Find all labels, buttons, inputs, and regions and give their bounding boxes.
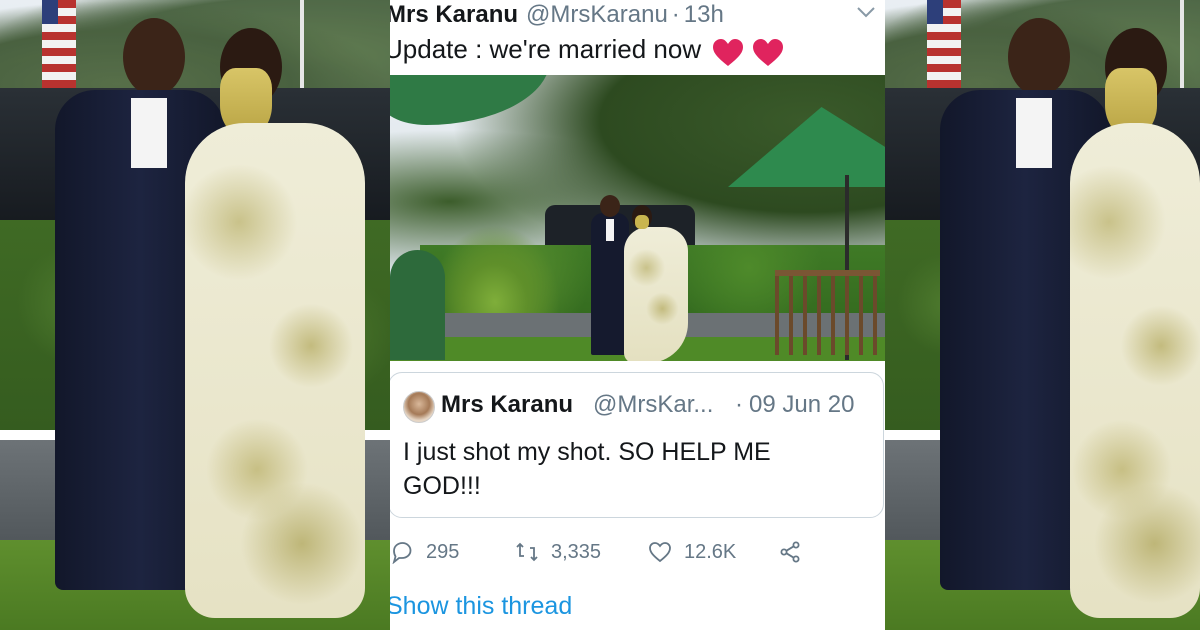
tweet-time[interactable]: 13h bbox=[684, 1, 724, 29]
quoted-tweet[interactable]: Mrs Karanu @MrsKar... · 09 Jun 20 I just… bbox=[390, 372, 884, 518]
quoted-author-name: Mrs Karanu bbox=[441, 391, 574, 418]
left-wedding-photo bbox=[0, 0, 390, 630]
bride bbox=[616, 205, 696, 361]
quoted-author-handle: @MrsKar... bbox=[593, 391, 714, 418]
share-button[interactable] bbox=[778, 535, 802, 569]
retweet-count: 3,335 bbox=[551, 540, 602, 563]
tweet-text-content: Update : we're married now bbox=[390, 34, 702, 64]
heart-icon bbox=[649, 542, 671, 563]
reply-count: 295 bbox=[426, 540, 460, 563]
quoted-tweet-text: I just shot my shot. SO HELP ME GOD!!! bbox=[403, 438, 771, 500]
like-button[interactable]: 12.6K bbox=[648, 535, 736, 569]
tweet-header: Mrs Karanu @MrsKaranu · 13h bbox=[390, 0, 885, 30]
tweet-media-photo[interactable] bbox=[390, 75, 885, 361]
reply-icon bbox=[392, 542, 412, 564]
author-name[interactable]: Mrs Karanu bbox=[390, 1, 518, 29]
like-count: 12.6K bbox=[684, 540, 737, 563]
avatar[interactable] bbox=[403, 391, 435, 423]
bride bbox=[1045, 28, 1200, 618]
chevron-down-icon[interactable] bbox=[855, 4, 877, 20]
header-separator: · bbox=[671, 1, 680, 28]
red-heart-icon bbox=[712, 36, 783, 67]
bride bbox=[160, 28, 390, 618]
retweet-button[interactable]: 3,335 bbox=[515, 535, 601, 569]
show-thread-link[interactable]: Show this thread bbox=[390, 592, 572, 621]
right-wedding-photo bbox=[885, 0, 1200, 630]
action-bar: 295 3,335 12.6K bbox=[390, 535, 885, 569]
retweet-icon bbox=[516, 542, 538, 562]
author-handle[interactable]: @MrsKaranu bbox=[526, 1, 668, 29]
quoted-separator: · bbox=[735, 391, 743, 418]
tweet-card[interactable]: Mrs Karanu @MrsKaranu · 13h Update : we'… bbox=[390, 0, 885, 630]
reply-button[interactable]: 295 bbox=[390, 535, 459, 569]
chair bbox=[775, 270, 880, 355]
share-icon bbox=[780, 541, 800, 563]
quoted-date: 09 Jun 20 bbox=[749, 391, 855, 418]
tweet-text: Update : we're married now bbox=[390, 34, 784, 67]
